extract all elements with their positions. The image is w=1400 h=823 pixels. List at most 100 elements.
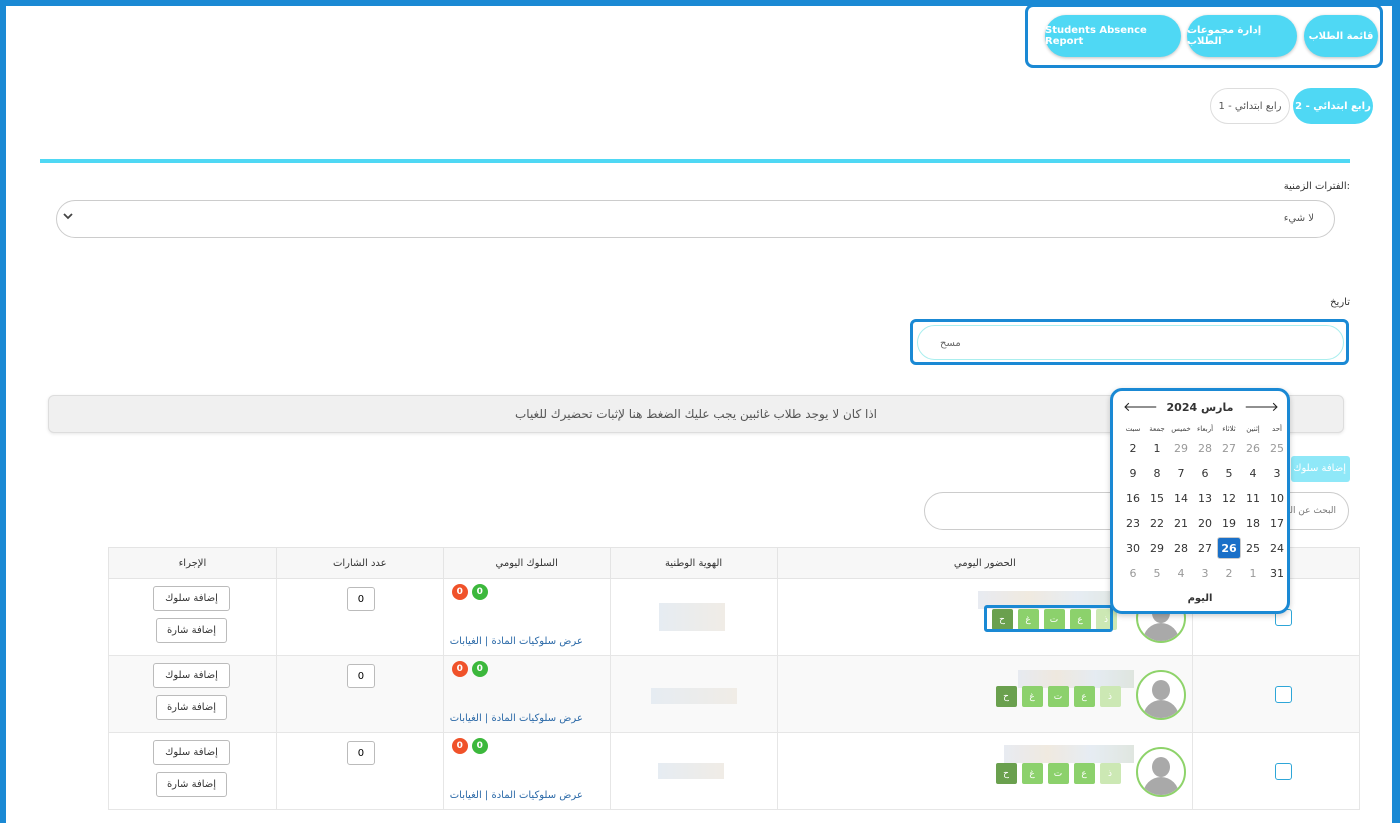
calendar-day[interactable]: 7 (1169, 462, 1193, 484)
attendance-excused-button[interactable]: ذ (1099, 686, 1121, 707)
calendar-day[interactable]: 11 (1241, 487, 1265, 509)
positive-count-badge[interactable]: 0 (471, 584, 488, 600)
calendar-day[interactable]: 10 (1265, 487, 1289, 509)
calendar-day[interactable]: 3 (1193, 562, 1217, 584)
calendar-day[interactable]: 5 (1217, 462, 1241, 484)
negative-count-badge[interactable]: 0 (451, 661, 468, 677)
add-badge-button[interactable]: إضافة شارة (156, 618, 227, 643)
calendar-day[interactable]: 15 (1145, 487, 1169, 509)
calendar-day[interactable]: 12 (1217, 487, 1241, 509)
today-button[interactable]: اليوم (1113, 593, 1287, 604)
attendance-buttons: ذ ع ت غ ح (995, 686, 1121, 708)
weekday-header: ثلاثاء (1222, 425, 1236, 433)
behavior-absence-links[interactable]: عرض سلوكيات المادة | الغيابات (450, 790, 583, 801)
badges-column-header: عدد الشارات (275, 547, 444, 579)
calendar-day[interactable]: 17 (1265, 512, 1289, 534)
calendar-day[interactable]: 6 (1193, 462, 1217, 484)
attendance-absent-button[interactable]: غ (1021, 763, 1043, 784)
calendar-day[interactable]: 22 (1145, 512, 1169, 534)
action-cell: إضافة سلوك إضافة شارة (108, 655, 277, 733)
top-nav: قائمة الطلاب إدارة مجموعات الطلاب Studen… (1025, 6, 1383, 68)
tab-class-4-1[interactable]: رابع ابتدائي - 1 (1210, 88, 1290, 124)
tab-class-4-2[interactable]: رابع ابتدائي - 2 (1293, 88, 1373, 124)
date-input[interactable]: مسح (917, 325, 1344, 360)
add-behavior-button[interactable]: إضافة سلوك (153, 586, 230, 611)
national-id-column-header: الهوية الوطنية (609, 547, 778, 579)
calendar-day[interactable]: 31 (1265, 562, 1289, 584)
calendar-day[interactable]: 5 (1145, 562, 1169, 584)
calendar-day[interactable]: 29 (1169, 437, 1193, 459)
negative-count-badge[interactable]: 0 (451, 738, 468, 754)
attendance-present-button[interactable]: ح (995, 763, 1017, 784)
add-badge-button[interactable]: إضافة شارة (156, 772, 227, 797)
positive-count-badge[interactable]: 0 (471, 738, 488, 754)
calendar-day[interactable]: 26 (1241, 437, 1265, 459)
add-behavior-bulk-button[interactable]: إضافة سلوك (1291, 456, 1350, 482)
periods-select[interactable]: لا شيء (56, 200, 1335, 238)
attendance-late-button[interactable]: ت (1047, 763, 1069, 784)
weekday-header: أربعاء (1196, 425, 1214, 433)
add-behavior-button[interactable]: إضافة سلوك (153, 740, 230, 765)
action-column-header: الإجراء (108, 547, 277, 579)
calendar-day[interactable]: 27 (1193, 537, 1217, 559)
behavior-absence-links[interactable]: عرض سلوكيات المادة | الغيابات (450, 636, 583, 647)
calendar-day[interactable]: 27 (1217, 437, 1241, 459)
attendance-absent-excuse-button[interactable]: ع (1073, 686, 1095, 707)
absence-report-button[interactable]: Students Absence Report (1045, 15, 1181, 57)
calendar-day[interactable]: 1 (1145, 437, 1169, 459)
calendar-day[interactable]: 29 (1145, 537, 1169, 559)
periods-value: لا شيء (1283, 213, 1314, 224)
attendance-buttons: ذ ع ت غ ح (995, 763, 1121, 785)
date-picker-calendar: 🡐 مارس 2024 🡒 اليوم أحد إثنين ثلاثاء أربعاء… (1110, 388, 1290, 614)
calendar-day[interactable]: 26 (1217, 537, 1241, 559)
calendar-day[interactable]: 14 (1169, 487, 1193, 509)
student-list-button[interactable]: قائمة الطلاب (1304, 15, 1378, 57)
periods-label: الفترات الزمنية: (1283, 181, 1350, 192)
calendar-day[interactable]: 23 (1121, 512, 1145, 534)
calendar-day[interactable]: 2 (1121, 437, 1145, 459)
avatar (1136, 747, 1187, 797)
calendar-day[interactable]: 16 (1121, 487, 1145, 509)
behavior-badges: 0 0 (451, 738, 488, 754)
attendance-late-button[interactable]: ت (1047, 686, 1069, 707)
calendar-day[interactable]: 4 (1169, 562, 1193, 584)
negative-count-badge[interactable]: 0 (451, 584, 468, 600)
row-checkbox[interactable] (1275, 763, 1293, 780)
national-id-blurred (658, 603, 725, 631)
attendance-highlight (984, 605, 1113, 632)
add-badge-button[interactable]: إضافة شارة (156, 695, 227, 720)
attendance-absent-button[interactable]: غ (1021, 686, 1043, 707)
positive-count-badge[interactable]: 0 (471, 661, 488, 677)
calendar-day[interactable]: 21 (1169, 512, 1193, 534)
calendar-day[interactable]: 9 (1121, 462, 1145, 484)
next-month-arrow-icon[interactable]: 🡒 (1244, 399, 1279, 415)
calendar-day[interactable]: 1 (1241, 562, 1265, 584)
table-row: ذ ع ت غ ح 0 0 عرض سلوكيات المادة | الغيا… (108, 732, 1360, 810)
behavior-absence-links[interactable]: عرض سلوكيات المادة | الغيابات (450, 713, 583, 724)
row-checkbox[interactable] (1275, 686, 1293, 703)
calendar-day[interactable]: 25 (1241, 537, 1265, 559)
calendar-day[interactable]: 13 (1193, 487, 1217, 509)
calendar-day[interactable]: 4 (1241, 462, 1265, 484)
calendar-day[interactable]: 18 (1241, 512, 1265, 534)
select-cell (1192, 655, 1360, 733)
manage-groups-button[interactable]: إدارة مجموعات الطلاب (1187, 15, 1297, 57)
calendar-day[interactable]: 25 (1265, 437, 1289, 459)
attendance-absent-excuse-button[interactable]: ع (1073, 763, 1095, 784)
calendar-day[interactable]: 24 (1265, 537, 1289, 559)
calendar-day[interactable]: 6 (1121, 562, 1145, 584)
calendar-day[interactable]: 20 (1193, 512, 1217, 534)
calendar-day[interactable]: 3 (1265, 462, 1289, 484)
attendance-present-button[interactable]: ح (995, 686, 1017, 707)
calendar-day[interactable]: 8 (1145, 462, 1169, 484)
calendar-day[interactable]: 19 (1217, 512, 1241, 534)
calendar-day[interactable]: 2 (1217, 562, 1241, 584)
calendar-day[interactable]: 28 (1193, 437, 1217, 459)
national-id-blurred (650, 688, 737, 704)
avatar (1136, 670, 1187, 720)
calendar-day[interactable]: 30 (1121, 537, 1145, 559)
add-behavior-button[interactable]: إضافة سلوك (153, 663, 230, 688)
calendar-day[interactable]: 28 (1169, 537, 1193, 559)
national-id-cell (609, 578, 778, 656)
attendance-excused-button[interactable]: ذ (1099, 763, 1121, 784)
